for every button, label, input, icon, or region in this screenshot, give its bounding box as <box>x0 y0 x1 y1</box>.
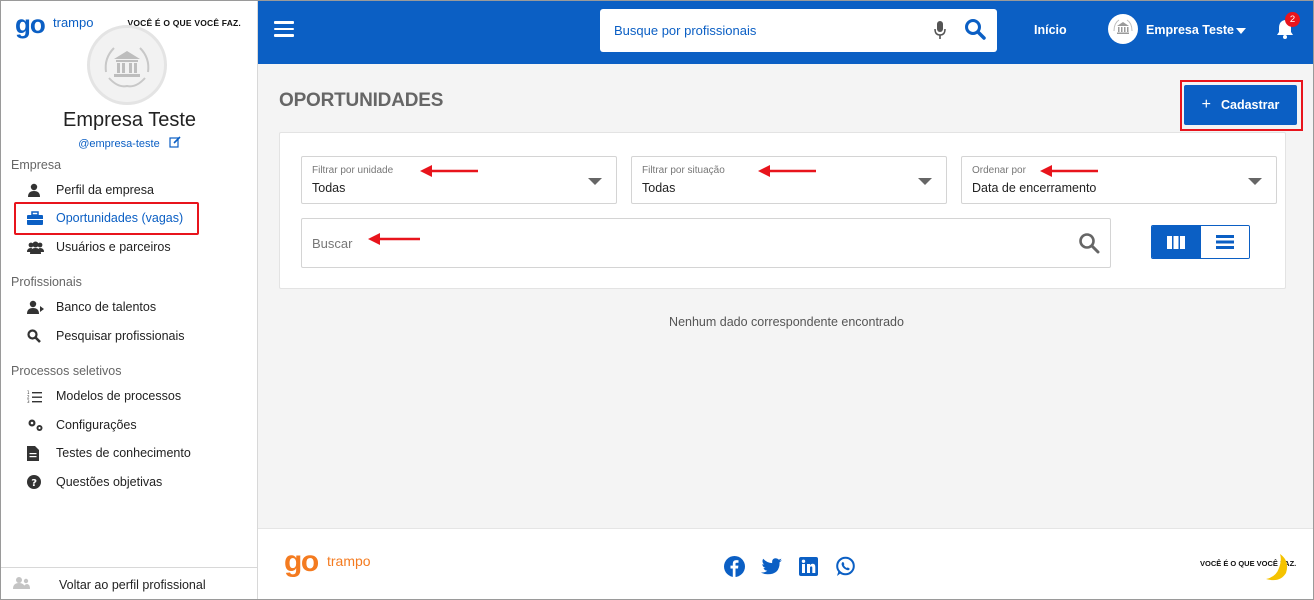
sidebar-item-label: Perfil da empresa <box>56 183 154 197</box>
filter-value: Todas <box>312 181 346 195</box>
sidebar-item-questoes[interactable]: ? Questões objetivas <box>27 471 162 493</box>
sidebar-item-label: Pesquisar profissionais <box>56 329 185 343</box>
back-label: Voltar ao perfil profissional <box>59 577 206 592</box>
filter-label: Filtrar por unidade <box>312 165 394 176</box>
logo-trampo: trampo <box>53 15 94 30</box>
annotation-arrow-icon <box>1040 165 1098 177</box>
section-title-profissionais: Profissionais <box>11 275 82 289</box>
sidebar-item-label: Usuários e parceiros <box>56 240 171 254</box>
user-plus-icon <box>27 299 45 315</box>
list-rows-icon <box>1215 235 1234 249</box>
users-icon <box>27 239 45 255</box>
page-title: OPORTUNIDADES <box>279 90 444 111</box>
moon-logo-icon <box>1266 554 1288 581</box>
opportunity-search-input[interactable] <box>312 219 1052 267</box>
svg-text:3: 3 <box>27 399 30 403</box>
brand-slogan: VOCÊ É O QUE VOCÊ FAZ. <box>127 18 241 28</box>
search-icon[interactable] <box>964 18 986 45</box>
view-mode-toggle <box>1151 225 1250 259</box>
sidebar-item-usuarios[interactable]: Usuários e parceiros <box>27 236 171 258</box>
professional-search-input[interactable] <box>614 9 924 52</box>
hamburger-menu-icon[interactable] <box>274 21 294 39</box>
facebook-icon[interactable] <box>724 556 745 577</box>
file-icon <box>27 445 45 461</box>
linkedin-icon[interactable] <box>798 556 819 577</box>
sidebar-item-label: Questões objetivas <box>56 475 163 489</box>
caret-down-icon <box>1248 178 1262 185</box>
section-title-empresa: Empresa <box>11 158 62 172</box>
user-menu[interactable]: Empresa Teste <box>1146 23 1234 37</box>
sidebar-item-label: Testes de conhecimento <box>56 446 191 460</box>
twitter-icon[interactable] <box>761 556 782 577</box>
filter-unit-select[interactable]: Filtrar por unidade Todas <box>301 156 617 204</box>
footer: go trampo VOCÊ É O QUE VOCÊ FAZ. <box>258 528 1313 599</box>
microphone-icon[interactable] <box>934 21 946 44</box>
app-window: go trampo VOCÊ É O QUE VOCÊ FAZ. Empresa… <box>0 0 1314 600</box>
empty-state-message: Nenhum dado correspondente encontrado <box>669 315 904 329</box>
annotation-arrow-icon <box>758 165 816 177</box>
filter-value: Todas <box>642 181 676 195</box>
section-title-processos: Processos seletivos <box>11 364 122 378</box>
caret-down-icon <box>588 178 602 185</box>
whatsapp-icon[interactable] <box>835 556 856 577</box>
gears-icon <box>27 417 45 433</box>
annotation-arrow-icon <box>368 233 420 245</box>
chevron-down-icon[interactable] <box>1236 28 1246 34</box>
users-switch-icon <box>13 576 33 594</box>
list-view-button[interactable] <box>1200 226 1249 258</box>
main-content: OPORTUNIDADES + Cadastrar Filtrar por un… <box>258 64 1313 528</box>
sort-select[interactable]: Ordenar por Data de encerramento <box>961 156 1277 204</box>
edit-icon[interactable] <box>169 136 181 148</box>
sidebar-item-oportunidades[interactable]: Oportunidades (vagas) <box>27 207 183 229</box>
sidebar-item-configuracoes[interactable]: Configurações <box>27 414 137 436</box>
add-opportunity-button[interactable]: + Cadastrar <box>1184 85 1297 125</box>
home-link[interactable]: Início <box>1034 23 1067 37</box>
sidebar-item-label: Modelos de processos <box>56 389 182 403</box>
social-links <box>724 556 856 577</box>
user-tie-icon <box>27 182 45 198</box>
company-name: Empresa Teste <box>62 109 197 131</box>
footer-logo-go[interactable]: go <box>284 547 319 577</box>
sidebar-item-label: Banco de talentos <box>56 300 157 314</box>
add-button-label: Cadastrar <box>1220 98 1280 112</box>
sidebar-item-modelos[interactable]: 123 Modelos de processos <box>27 385 181 407</box>
filter-value: Data de encerramento <box>972 181 1097 195</box>
footer-logo-trampo[interactable]: trampo <box>327 553 371 569</box>
filter-status-select[interactable]: Filtrar por situação Todas <box>631 156 947 204</box>
list-icon: 123 <box>27 388 45 404</box>
opportunity-search <box>301 218 1111 268</box>
sidebar-item-perfil-empresa[interactable]: Perfil da empresa <box>27 179 154 201</box>
sidebar-item-banco-talentos[interactable]: Banco de talentos <box>27 296 156 318</box>
sidebar: go trampo VOCÊ É O QUE VOCÊ FAZ. Empresa… <box>1 1 258 599</box>
professional-search <box>600 9 997 52</box>
annotation-arrow-icon <box>420 165 478 177</box>
sidebar-item-label: Oportunidades (vagas) <box>56 211 184 225</box>
company-avatar[interactable] <box>87 25 167 105</box>
notification-badge: 2 <box>1285 12 1300 27</box>
company-handle-text[interactable]: @empresa-teste <box>78 138 159 150</box>
columns-icon <box>1167 235 1186 249</box>
top-bar: Início Empresa Teste 2 <box>258 1 1313 64</box>
header-avatar[interactable] <box>1108 14 1138 44</box>
institution-emblem-icon <box>1113 19 1133 34</box>
institution-emblem-icon <box>104 47 150 88</box>
grid-view-button[interactable] <box>1152 226 1201 258</box>
logo-go: go <box>15 9 46 39</box>
company-handle: @empresa-teste <box>1 136 258 150</box>
sidebar-item-testes[interactable]: Testes de conhecimento <box>27 442 191 464</box>
filters-card: Filtrar por unidade Todas Filtrar por si… <box>279 132 1286 289</box>
caret-down-icon <box>918 178 932 185</box>
sidebar-item-pesquisar[interactable]: Pesquisar profissionais <box>27 325 185 347</box>
filter-label: Ordenar por <box>972 165 1026 176</box>
sidebar-item-label: Configurações <box>56 418 137 432</box>
briefcase-icon <box>27 210 45 226</box>
filter-label: Filtrar por situação <box>642 165 725 176</box>
question-icon: ? <box>27 474 45 490</box>
back-to-professional-profile[interactable]: Voltar ao perfil profissional <box>1 567 258 599</box>
plus-icon: + <box>1201 96 1211 113</box>
search-icon <box>27 328 45 344</box>
svg-text:?: ? <box>31 478 37 489</box>
search-icon[interactable] <box>1078 232 1100 259</box>
